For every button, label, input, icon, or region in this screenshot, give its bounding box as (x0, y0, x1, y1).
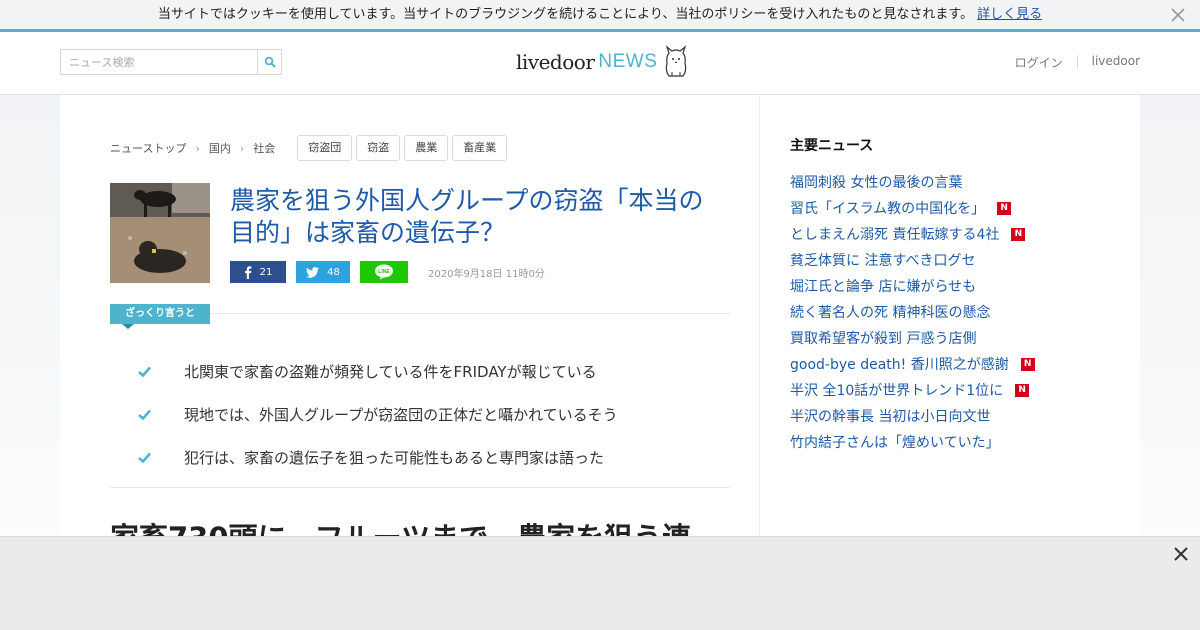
logo-livedoor: livedoor (516, 50, 595, 74)
breadcrumb-item-domestic[interactable]: 国内 (209, 140, 231, 156)
news-list-item[interactable]: 半沢 全10話が世界トレンド1位に N (790, 377, 1090, 403)
logo-news: NEWS (598, 51, 658, 72)
publish-date: 2020年9月18日 11時0分 (428, 268, 545, 280)
cattle-photo (110, 183, 210, 283)
tag-item[interactable]: 窃盗団 (297, 135, 353, 161)
header-links: ログイン livedoor (1001, 54, 1140, 71)
summary-list: 北関東で家畜の盗難が頻発している件をFRIDAYが報じている 現地では、外国人グ… (138, 350, 618, 479)
summary-text: 現地では、外国人グループが窃盗団の正体だと囁かれているそう (184, 406, 618, 424)
search-box (60, 49, 282, 75)
news-list-item[interactable]: 続く著名人の死 精神科医の懸念 (790, 299, 1090, 325)
dog-mascot-icon (666, 45, 687, 77)
login-link[interactable]: ログイン (1001, 54, 1077, 71)
new-badge: N (1011, 227, 1026, 241)
check-icon (138, 452, 151, 463)
article-title: 農家を狙う外国人グループの窃盗「本当の目的」は家畜の遺伝子？ (230, 186, 704, 247)
search-input[interactable] (61, 50, 257, 74)
tag-item[interactable]: 窃盗 (356, 135, 401, 161)
summary-item: 北関東で家畜の盗難が頻発している件をFRIDAYが報じている (138, 350, 618, 393)
search-icon (264, 56, 276, 68)
news-headline[interactable]: 半沢の幹事長 当初は小日向文世 (790, 406, 990, 426)
new-badge: N (997, 201, 1012, 215)
article-thumbnail[interactable] (110, 183, 210, 283)
close-icon[interactable] (1172, 545, 1190, 563)
livedoor-link[interactable]: livedoor (1078, 54, 1140, 71)
news-headline[interactable]: good-bye death! 香川照之が感謝 (790, 354, 1009, 374)
article-divider (110, 487, 730, 488)
sidebar-title: 主要ニュース (790, 138, 874, 154)
close-icon[interactable] (1170, 7, 1186, 23)
line-icon-label: LINE (378, 269, 390, 275)
line-icon: LINE (375, 264, 393, 280)
news-headline[interactable]: 買取希望客が殺到 戸惑う店側 (790, 328, 976, 348)
news-list-item[interactable]: としまえん溺死 責任転嫁する4社 N (790, 221, 1090, 247)
tag-item[interactable]: 農業 (404, 135, 449, 161)
news-list-item[interactable]: 習氏「イスラム教の中国化を」 N (790, 195, 1090, 221)
site-logo[interactable]: livedoor NEWS (516, 44, 689, 80)
line-share-button[interactable]: LINE (360, 261, 408, 283)
summary-item: 犯行は、家畜の遺伝子を狙った可能性もあると専門家は語った (138, 436, 618, 479)
summary-divider (210, 313, 730, 314)
facebook-icon (244, 265, 252, 279)
news-list-item[interactable]: good-bye death! 香川照之が感謝 N (790, 351, 1090, 377)
breadcrumb: ニューストップ › 国内 › 社会 窃盗団 窃盗 農業 畜産業 (110, 135, 508, 161)
chevron-right-icon: › (195, 141, 200, 155)
site-header: livedoor NEWS ログイン livedoor (0, 32, 1200, 95)
news-list: 福岡刺殺 女性の最後の言葉 習氏「イスラム教の中国化を」 N としまえん溺死 責任転嫁… (790, 169, 1090, 455)
twitter-share-button[interactable]: 48 (296, 261, 350, 283)
summary-label: ざっくり言うと (110, 304, 210, 329)
summary-text: 北関東で家畜の盗難が頻発している件をFRIDAYが報じている (184, 363, 597, 381)
news-headline[interactable]: 習氏「イスラム教の中国化を」 (790, 198, 985, 218)
tag-item[interactable]: 畜産業 (452, 135, 508, 161)
sidebar-top-news: 主要ニュース 福岡刺殺 女性の最後の言葉 習氏「イスラム教の中国化を」 N としまえん… (790, 135, 1090, 455)
new-badge: N (1015, 383, 1030, 397)
news-headline[interactable]: 竹内結子さんは「煌めいていた」 (790, 432, 1000, 452)
check-icon (138, 409, 151, 420)
news-headline[interactable]: 続く著名人の死 精神科医の懸念 (790, 302, 990, 322)
check-icon (138, 366, 151, 377)
cookie-details-link[interactable]: 詳しく見る (977, 7, 1042, 22)
summary-item: 現地では、外国人グループが窃盗団の正体だと囁かれているそう (138, 393, 618, 436)
share-buttons: 21 48 LINE 2020年9月18日 11時0分 (230, 261, 545, 283)
breadcrumb-item-society[interactable]: 社会 (253, 140, 275, 156)
cookie-banner: 当サイトではクッキーを使用しています。当サイトのブラウジングを続けることにより、… (0, 0, 1200, 32)
facebook-share-button[interactable]: 21 (230, 261, 286, 283)
news-headline[interactable]: 半沢 全10話が世界トレンド1位に (790, 380, 1003, 400)
breadcrumb-item-top[interactable]: ニューストップ (110, 140, 186, 156)
news-list-item[interactable]: 半沢の幹事長 当初は小日向文世 (790, 403, 1090, 429)
news-list-item[interactable]: 福岡刺殺 女性の最後の言葉 (790, 169, 1090, 195)
summary-text: 犯行は、家畜の遺伝子を狙った可能性もあると専門家は語った (184, 449, 605, 467)
twitter-count: 48 (327, 266, 340, 278)
news-list-item[interactable]: 買取希望客が殺到 戸惑う店側 (790, 325, 1090, 351)
chevron-right-icon: › (239, 141, 245, 155)
news-headline[interactable]: 福岡刺殺 女性の最後の言葉 (790, 172, 962, 192)
cookie-text: 当サイトではクッキーを使用しています。当サイトのブラウジングを続けることにより、… (157, 7, 974, 22)
ad-overlay (0, 536, 1200, 630)
news-list-item[interactable]: 竹内結子さんは「煌めいていた」 (790, 429, 1090, 455)
search-button[interactable] (257, 50, 281, 74)
new-badge: N (1020, 357, 1035, 371)
news-headline[interactable]: としまえん溺死 責任転嫁する4社 (790, 224, 999, 244)
news-headline[interactable]: 貧乏体質に 注意すべき口グセ (790, 250, 975, 270)
news-list-item[interactable]: 堀江氏と論争 店に嫌がらせも (790, 273, 1090, 299)
twitter-icon (306, 266, 320, 278)
facebook-count: 21 (259, 266, 273, 278)
news-list-item[interactable]: 貧乏体質に 注意すべき口グセ (790, 247, 1090, 273)
news-headline[interactable]: 堀江氏と論争 店に嫌がらせも (790, 276, 976, 296)
tag-list: 窃盗団 窃盗 農業 畜産業 (293, 135, 508, 161)
